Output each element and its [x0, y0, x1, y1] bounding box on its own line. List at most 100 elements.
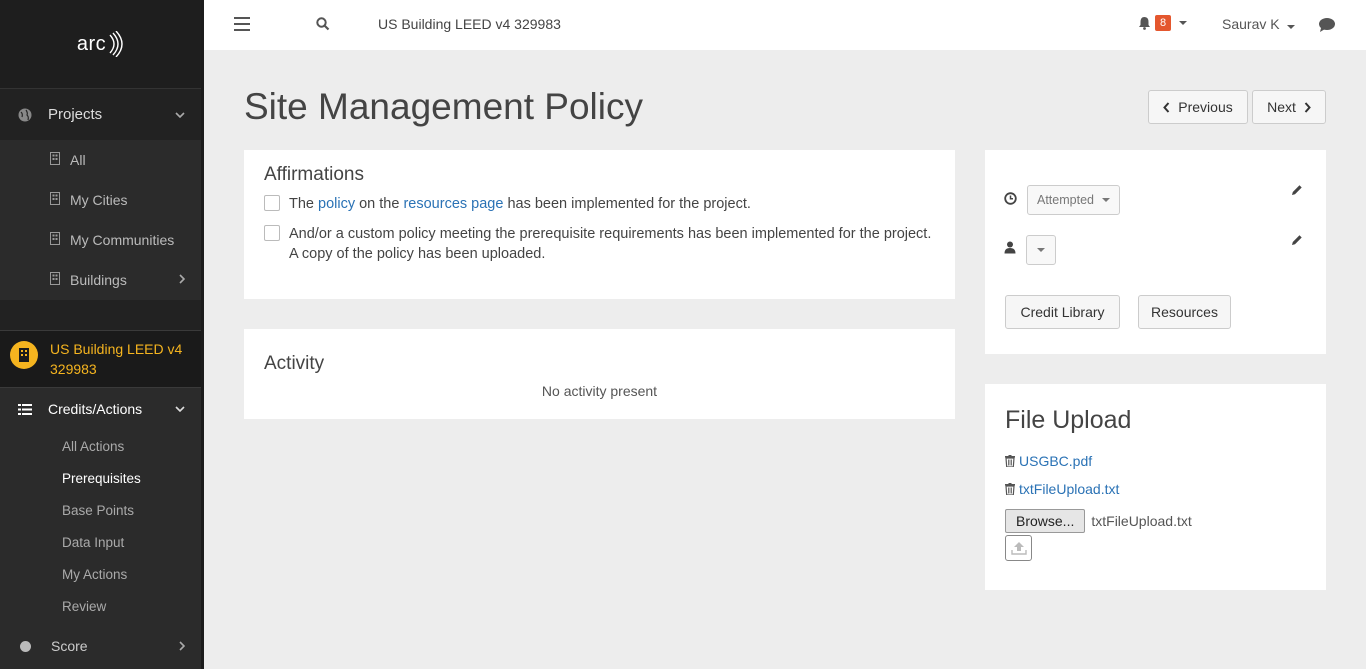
resources-button[interactable]: Resources [1138, 295, 1231, 329]
trash-icon[interactable] [1005, 455, 1015, 467]
sidebar-item-buildings[interactable]: Buildings [0, 260, 201, 300]
sidebar-item-label: My Communities [70, 232, 175, 248]
credit-library-button[interactable]: Credit Library [1005, 295, 1120, 329]
logo-text: arc [76, 32, 107, 55]
user-menu[interactable]: Saurav K [1222, 16, 1296, 32]
previous-label: Previous [1178, 99, 1233, 115]
text-fragment: The [289, 196, 319, 212]
chevron-right-icon [179, 641, 185, 651]
file-input: Browse... txtFileUpload.txt [1005, 509, 1306, 533]
status-value: Attempted [1037, 193, 1094, 207]
project-title: US Building LEED v4 329983 [378, 16, 561, 32]
affirmation-row-2: And/or a custom policy meeting the prere… [264, 224, 935, 264]
sidebar-item-base-points[interactable]: Base Points [0, 494, 201, 526]
caret-down-icon [1101, 198, 1110, 202]
notifications-button[interactable]: 8 [1138, 15, 1188, 31]
text-fragment: on the [355, 196, 404, 212]
file-item: txtFileUpload.txt [1005, 481, 1306, 497]
file-link[interactable]: txtFileUpload.txt [1019, 481, 1119, 497]
building-icon [50, 152, 62, 168]
chat-icon[interactable] [1318, 17, 1336, 33]
file-link[interactable]: USGBC.pdf [1019, 453, 1092, 469]
chevron-right-icon [179, 273, 186, 287]
list-icon [18, 403, 32, 415]
notification-count-badge: 8 [1155, 15, 1172, 31]
affirmation-checkbox-2[interactable] [264, 225, 280, 241]
sidebar-divider [0, 300, 201, 330]
browse-button[interactable]: Browse... [1005, 509, 1086, 533]
building-icon [50, 192, 62, 208]
sidebar-item-label: Projects [48, 106, 103, 123]
current-project-name: US Building LEED v4 329983 [50, 341, 183, 377]
logo-area: arc [0, 0, 201, 88]
current-project[interactable]: US Building LEED v4 329983 [0, 330, 201, 388]
activity-card: Activity No activity present [244, 329, 955, 419]
chevron-right-icon [1304, 101, 1311, 113]
user-icon [1004, 241, 1016, 254]
user-name: Saurav K [1222, 16, 1280, 32]
sidebar-item-my-actions[interactable]: My Actions [0, 558, 201, 590]
chevron-left-icon [1163, 101, 1170, 113]
status-card: Attempted Credit Library Resources [985, 150, 1326, 354]
score-dot-icon [20, 640, 31, 652]
upload-button[interactable] [1005, 535, 1032, 561]
globe-icon [18, 108, 32, 121]
affirmations-card: Affirmations The policy on the resources… [244, 150, 955, 299]
caret-down-icon [1179, 21, 1188, 25]
sidebar-item-label: All [70, 152, 86, 168]
hamburger-menu-icon[interactable] [234, 17, 250, 31]
assignee-dropdown[interactable] [1026, 235, 1056, 265]
resources-page-link[interactable]: resources page [403, 196, 503, 212]
sidebar-item-label: Score [51, 638, 88, 654]
trash-icon[interactable] [1005, 483, 1015, 495]
bell-icon [1139, 17, 1150, 30]
affirmation-text-1: The policy on the resources page has bee… [289, 194, 751, 214]
top-bar: US Building LEED v4 329983 8 Saurav K [204, 0, 1366, 50]
sidebar-item-my-communities[interactable]: My Communities [0, 220, 201, 260]
logo-waves-icon [109, 31, 123, 57]
sidebar-item-score[interactable]: Score [0, 626, 201, 666]
affirmation-row-1: The policy on the resources page has bee… [264, 194, 935, 214]
caret-down-icon [1037, 248, 1045, 252]
file-upload-card: File Upload USGBC.pdf txtFileUpload.txt … [985, 384, 1326, 590]
sidebar-item-label: Credits/Actions [48, 401, 143, 417]
pencil-icon[interactable] [1291, 184, 1303, 196]
sidebar-item-review[interactable]: Review [0, 590, 201, 622]
building-icon [50, 272, 62, 288]
upload-icon [1010, 542, 1027, 555]
file-item: USGBC.pdf [1005, 453, 1306, 469]
sidebar-item-credits-actions[interactable]: Credits/Actions [0, 388, 201, 430]
clock-icon [1004, 192, 1017, 205]
policy-link[interactable]: policy [318, 196, 355, 212]
sidebar-item-label: Buildings [70, 272, 127, 288]
status-dropdown[interactable]: Attempted [1027, 185, 1120, 215]
sidebar-item-label: My Cities [70, 192, 128, 208]
sidebar: arc Projects All My Cities My Communitie… [0, 0, 204, 669]
next-label: Next [1267, 99, 1296, 115]
affirmations-heading: Affirmations [264, 164, 364, 185]
affirmation-checkbox-1[interactable] [264, 195, 280, 211]
building-icon [10, 341, 38, 369]
pencil-icon[interactable] [1291, 234, 1303, 246]
sidebar-item-data-input[interactable]: Data Input [0, 526, 201, 558]
affirmation-text-2: And/or a custom policy meeting the prere… [289, 226, 932, 262]
chevron-down-icon [175, 406, 185, 412]
previous-button[interactable]: Previous [1148, 90, 1248, 124]
page-title: Site Management Policy [244, 86, 643, 127]
sidebar-item-my-cities[interactable]: My Cities [0, 180, 201, 220]
text-fragment: has been implemented for the project. [503, 196, 751, 212]
sidebar-item-prerequisites[interactable]: Prerequisites [0, 462, 201, 494]
chevron-down-icon [175, 111, 185, 118]
next-button[interactable]: Next [1252, 90, 1326, 124]
building-icon [50, 232, 62, 248]
sidebar-item-projects[interactable]: Projects [0, 88, 201, 140]
arc-logo[interactable]: arc [77, 31, 124, 57]
activity-heading: Activity [264, 353, 325, 374]
sidebar-item-all[interactable]: All [0, 140, 201, 180]
file-upload-heading: File Upload [1005, 406, 1132, 434]
activity-empty-text: No activity present [541, 383, 658, 399]
caret-down-icon [1287, 25, 1296, 29]
sidebar-item-all-actions[interactable]: All Actions [0, 430, 201, 462]
selected-file-name: txtFileUpload.txt [1091, 513, 1192, 529]
search-icon[interactable] [316, 17, 330, 31]
